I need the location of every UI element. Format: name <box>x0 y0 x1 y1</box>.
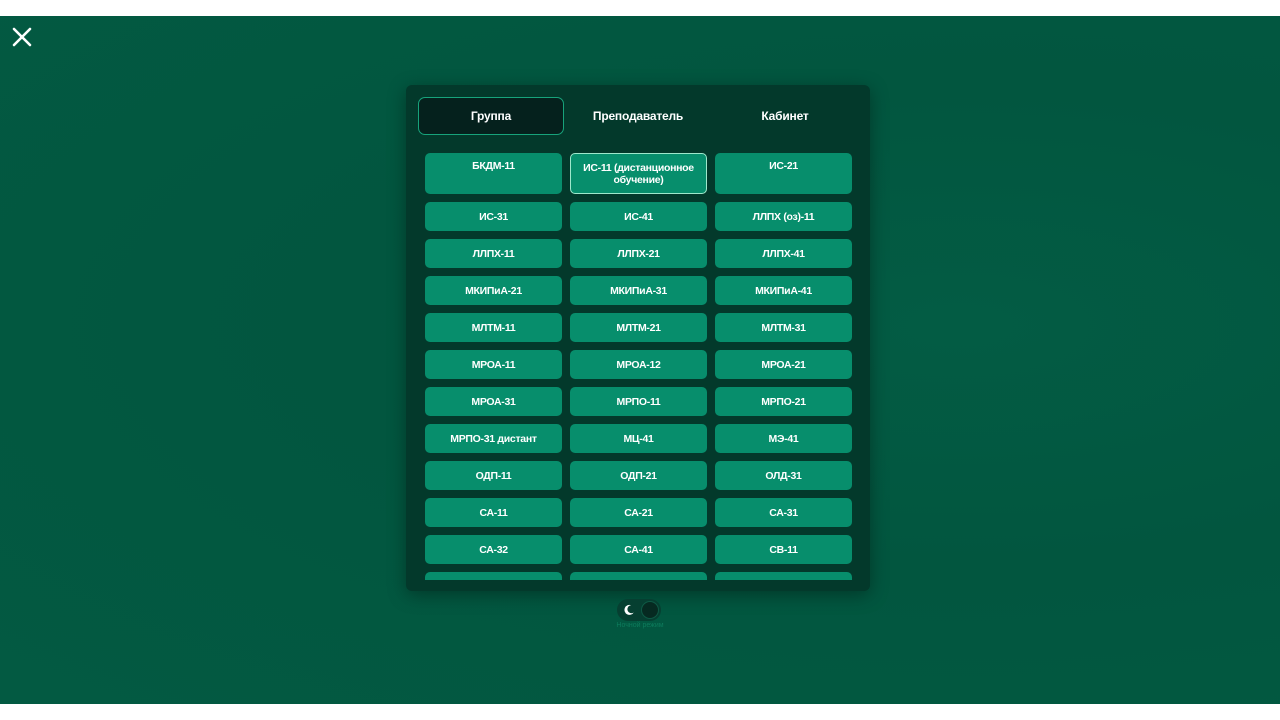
group-button[interactable]: ИС-41 <box>570 202 707 231</box>
close-button[interactable] <box>10 25 34 49</box>
group-button[interactable]: МРПО-11 <box>570 387 707 416</box>
group-button[interactable]: МЭ-41 <box>715 424 852 453</box>
group-button[interactable]: ЛЛПХ-41 <box>715 239 852 268</box>
group-button[interactable]: ИС-21 <box>715 153 852 194</box>
group-button[interactable]: ОЛД-31 <box>715 461 852 490</box>
group-button[interactable]: СВ-21 <box>425 572 562 580</box>
group-button[interactable]: МКИПиА-31 <box>570 276 707 305</box>
group-grid: БКДМ-11 ИС-11 (дистанционное обучение) ИС-… <box>425 153 855 580</box>
tab-teacher[interactable]: Преподаватель <box>565 97 711 135</box>
group-button[interactable]: ОДП-21 <box>570 461 707 490</box>
app-background: Группа Преподаватель Кабинет БКДМ-11 ИС-1… <box>0 16 1280 704</box>
group-button[interactable]: СА-11 <box>425 498 562 527</box>
theme-toggle[interactable] <box>617 599 661 621</box>
group-button[interactable]: СВ-41 <box>715 572 852 580</box>
group-list-scroll[interactable]: БКДМ-11 ИС-11 (дистанционное обучение) ИС-… <box>425 153 855 580</box>
group-button[interactable]: МРОА-31 <box>425 387 562 416</box>
group-button[interactable]: СВ-31 <box>570 572 707 580</box>
group-button[interactable]: СА-41 <box>570 535 707 564</box>
group-button[interactable]: МРОА-12 <box>570 350 707 379</box>
group-button[interactable]: ЛЛПХ-11 <box>425 239 562 268</box>
group-button[interactable]: МКИПиА-21 <box>425 276 562 305</box>
group-button[interactable]: ИС-11 (дистанционное обучение) <box>570 153 707 194</box>
selector-tabs: Группа Преподаватель Кабинет <box>418 97 858 135</box>
group-button[interactable]: МРОА-11 <box>425 350 562 379</box>
group-button[interactable]: ЛЛПХ-21 <box>570 239 707 268</box>
group-button[interactable]: МРПО-21 <box>715 387 852 416</box>
group-button[interactable]: МКИПиА-41 <box>715 276 852 305</box>
tab-group[interactable]: Группа <box>418 97 564 135</box>
toggle-knob <box>641 601 659 619</box>
group-button[interactable]: СА-32 <box>425 535 562 564</box>
tab-room[interactable]: Кабинет <box>712 97 858 135</box>
group-button[interactable]: МРОА-21 <box>715 350 852 379</box>
group-button[interactable]: МЦ-41 <box>570 424 707 453</box>
group-button[interactable]: СА-21 <box>570 498 707 527</box>
moon-icon <box>620 601 638 619</box>
group-button[interactable]: МЛТМ-31 <box>715 313 852 342</box>
group-button[interactable]: МЛТМ-11 <box>425 313 562 342</box>
theme-toggle-caption: Ночной режим <box>616 622 664 629</box>
close-icon <box>12 27 32 47</box>
group-button[interactable]: ИС-31 <box>425 202 562 231</box>
schedule-selector-panel: Группа Преподаватель Кабинет БКДМ-11 ИС-1… <box>406 85 870 591</box>
group-button[interactable]: МЛТМ-21 <box>570 313 707 342</box>
group-button[interactable]: СВ-11 <box>715 535 852 564</box>
group-button[interactable]: ОДП-11 <box>425 461 562 490</box>
group-button[interactable]: БКДМ-11 <box>425 153 562 194</box>
group-button[interactable]: ЛЛПХ (оз)-11 <box>715 202 852 231</box>
group-button[interactable]: СА-31 <box>715 498 852 527</box>
group-button[interactable]: МРПО-31 дистант <box>425 424 562 453</box>
